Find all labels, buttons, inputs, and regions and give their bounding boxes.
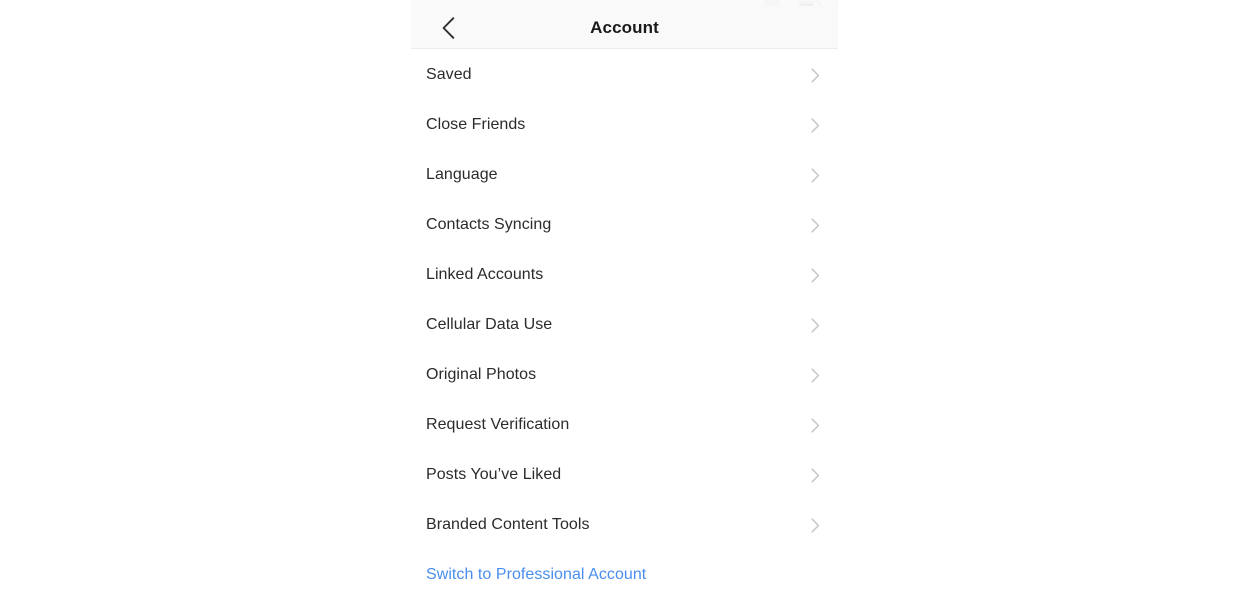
list-item-label: Request Verification [426, 416, 570, 433]
chevron-right-icon [808, 467, 822, 483]
list-item[interactable]: Saved [411, 50, 838, 100]
chevron-right-icon [808, 167, 822, 183]
list-item-label: Linked Accounts [426, 266, 544, 283]
chevron-right-icon [808, 217, 822, 233]
list-item[interactable]: Close Friends [411, 100, 838, 150]
list-item-label: Posts You’ve Liked [426, 466, 562, 483]
status-bar-time: 9:41 [427, 0, 453, 4]
list-item-label: Close Friends [426, 116, 526, 133]
list-item[interactable]: Original Photos [411, 350, 838, 400]
list-item[interactable]: Contacts Syncing [411, 200, 838, 250]
list-item[interactable]: Branded Content Tools [411, 500, 838, 550]
chevron-right-icon [808, 417, 822, 433]
list-item-label: Branded Content Tools [426, 516, 590, 533]
settings-list: Saved Close Friends Language Contacts Synci… [411, 50, 838, 600]
phone-screen: 9:41 Account Saved Close Friends Language C… [411, 0, 838, 600]
list-item-label: Saved [426, 66, 472, 83]
list-item-label: Cellular Data Use [426, 316, 553, 333]
chevron-right-icon [808, 367, 822, 383]
chevron-right-icon [808, 67, 822, 83]
list-item[interactable]: Cellular Data Use [411, 300, 838, 350]
list-item[interactable]: Linked Accounts [411, 250, 838, 300]
nav-header: Account [411, 6, 838, 49]
list-item[interactable]: Switch to Professional Account [411, 550, 838, 600]
list-item-label: Original Photos [426, 366, 537, 383]
list-item[interactable]: Posts You’ve Liked [411, 450, 838, 500]
list-item-label: Switch to Professional Account [426, 566, 647, 583]
chevron-right-icon [808, 267, 822, 283]
page-canvas: 9:41 Account Saved Close Friends Language C… [0, 0, 1250, 600]
list-item-label: Language [426, 166, 498, 183]
list-item[interactable]: Language [411, 150, 838, 200]
list-item-label: Contacts Syncing [426, 216, 552, 233]
page-title: Account [590, 17, 659, 37]
chevron-right-icon [808, 317, 822, 333]
chevron-right-icon [808, 517, 822, 533]
list-item[interactable]: Request Verification [411, 400, 838, 450]
chevron-right-icon [808, 117, 822, 133]
